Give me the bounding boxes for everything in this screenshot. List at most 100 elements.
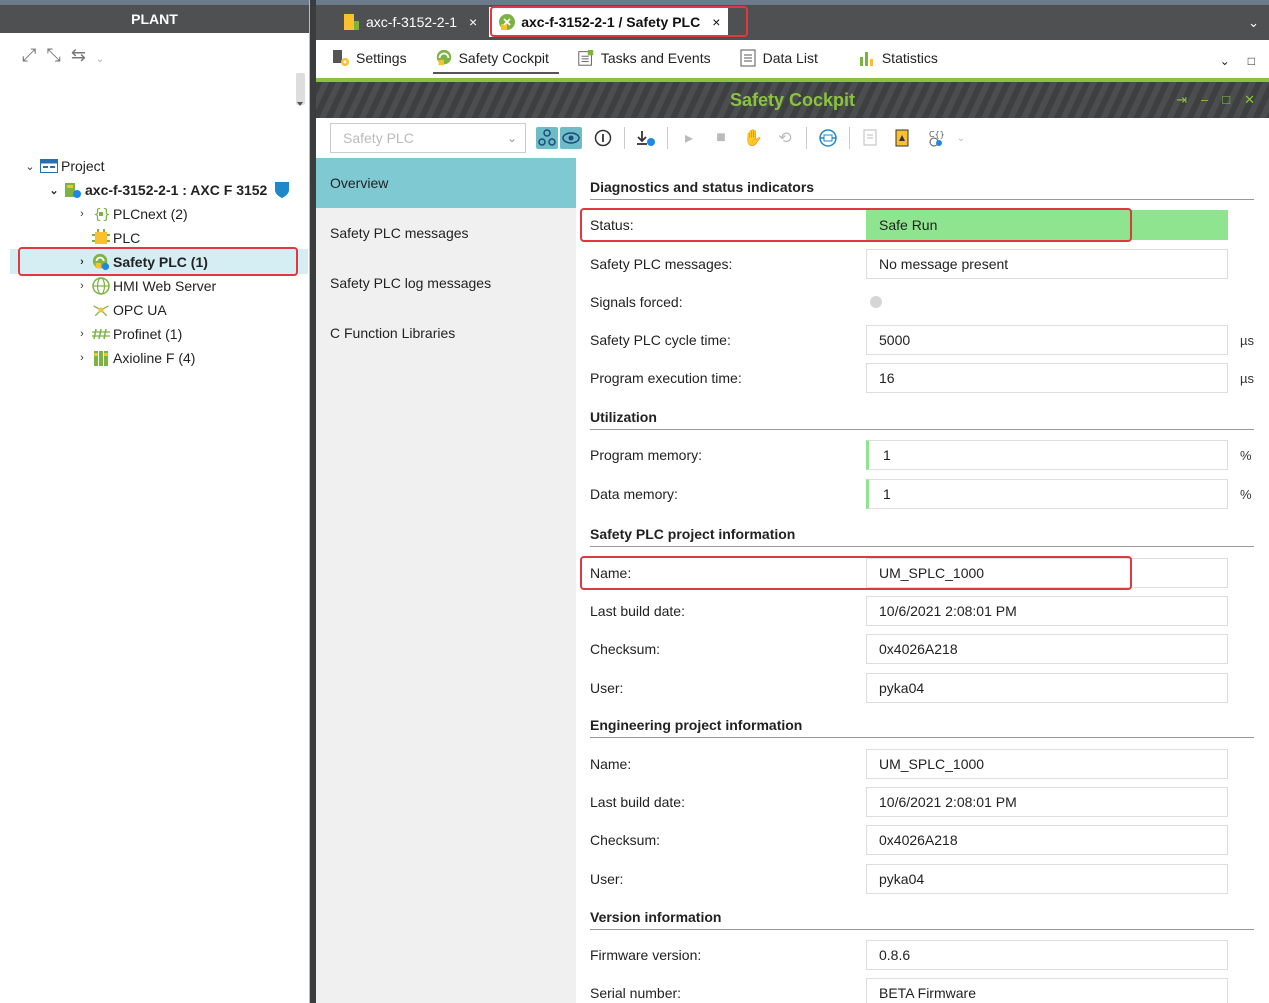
chevron-down-icon[interactable]: ⌄ <box>24 160 36 173</box>
c-library-icon[interactable]: C{} <box>924 127 946 149</box>
plant-scrollbar[interactable] <box>296 73 305 106</box>
document-icon[interactable] <box>892 127 914 149</box>
tree-item-label: Project <box>61 158 105 174</box>
plant-panel: PLANT ⤢ ⤡ ⇆ ⌄ ⌄ Project ⌄ axc-f-3152-2-1… <box>0 0 310 1003</box>
safety-cockpit-icon <box>435 49 453 67</box>
tree-item-project[interactable]: ⌄ Project <box>24 155 105 177</box>
stop-icon[interactable]: ■ <box>710 127 732 149</box>
field-value: BETA Firmware <box>866 978 1228 1003</box>
info-icon[interactable] <box>592 127 614 149</box>
toolbar-overflow-icon[interactable]: ⌄ <box>956 127 966 149</box>
chevron-right-icon[interactable]: › <box>76 328 88 340</box>
tab-label: Data List <box>762 50 818 66</box>
tree-item-label: Axioline F (4) <box>113 350 196 366</box>
doc-tab-label: axc-f-3152-2-1 <box>366 14 458 30</box>
section-heading-engineering-info: Engineering project information <box>590 717 1254 738</box>
chevron-right-icon[interactable]: › <box>76 280 88 292</box>
tree-item-hmi-web-server[interactable]: › HMI Web Server <box>76 275 216 297</box>
cockpit-header: Safety Cockpit ⇥ – □ ✕ <box>316 82 1269 118</box>
chevron-down-icon[interactable]: ⌄ <box>48 184 60 197</box>
section-heading-diagnostics: Diagnostics and status indicators <box>590 179 1254 200</box>
nav-item-label: C Function Libraries <box>330 325 456 341</box>
field-label: Signals forced: <box>590 294 683 310</box>
eye-icon[interactable] <box>560 127 582 149</box>
tree-item-plcnext[interactable]: › {} PLCnext (2) <box>76 203 188 225</box>
tree-item-label: OPC UA <box>113 302 167 318</box>
collapse-all-icon[interactable]: ⤡ <box>46 45 60 66</box>
field-label: Last build date: <box>590 794 685 810</box>
download-icon[interactable] <box>635 127 657 149</box>
chevron-down-icon[interactable]: ⌄ <box>1248 15 1259 31</box>
field-label: Data memory: <box>590 486 678 502</box>
tree-item-safety-plc[interactable]: › Safety PLC (1) <box>76 251 208 273</box>
field-value: 10/6/2021 2:08:01 PM <box>866 787 1228 817</box>
nav-item-label: Overview <box>330 175 389 191</box>
chevron-right-icon[interactable]: › <box>76 256 88 268</box>
tab-label: Settings <box>356 50 407 66</box>
maximize-icon[interactable]: □ <box>1222 92 1230 108</box>
tab-data-list[interactable]: Data List <box>737 44 828 74</box>
nav-item-safety-plc-log-messages[interactable]: Safety PLC log messages <box>316 258 576 308</box>
tree-item-profinet[interactable]: › Profinet (1) <box>76 323 182 345</box>
plant-title: PLANT <box>131 11 178 27</box>
nav-item-safety-plc-messages[interactable]: Safety PLC messages <box>316 208 576 258</box>
field-data-memory: Data memory: 1 % <box>590 479 1266 509</box>
run-icon[interactable]: ▸ <box>678 127 700 149</box>
tree-item-plc[interactable]: PLC <box>92 227 140 249</box>
field-label: Checksum: <box>590 832 661 848</box>
close-icon[interactable]: ✕ <box>1244 92 1255 108</box>
field-label: User: <box>590 680 624 696</box>
maximize-icon[interactable]: □ <box>1248 54 1255 68</box>
tree-item-axioline[interactable]: › Axioline F (4) <box>76 347 195 369</box>
doc-tab-controller[interactable]: axc-f-3152-2-1 × <box>334 7 485 37</box>
field-serial-number: Serial number: BETA Firmware <box>590 978 1266 1003</box>
field-value: pyka04 <box>866 673 1228 703</box>
field-label: Program memory: <box>590 447 703 463</box>
close-icon[interactable]: × <box>469 14 477 30</box>
field-value: pyka04 <box>866 864 1228 894</box>
hand-icon[interactable]: ✋ <box>742 127 764 149</box>
controller-icon <box>64 181 82 199</box>
tree-item-label: PLC <box>113 230 141 246</box>
reset-icon[interactable]: ⟲ <box>774 127 796 149</box>
tab-statistics[interactable]: Statistics <box>856 44 948 74</box>
tree-item-label: axc-f-3152-2-1 : AXC F 3152 <box>85 182 268 198</box>
nav-item-c-function-libraries[interactable]: C Function Libraries <box>316 308 576 358</box>
nav-item-overview[interactable]: Overview <box>316 158 576 208</box>
data-memory-bar: 1 <box>866 479 1228 509</box>
plc-select[interactable]: Safety PLC ⌄ <box>330 123 526 153</box>
field-value: 0x4026A218 <box>866 634 1228 664</box>
status-value: Safe Run <box>866 210 1228 240</box>
tasks-icon <box>577 49 595 67</box>
expand-all-icon[interactable]: ⤢ <box>22 45 36 66</box>
close-icon[interactable]: × <box>712 14 720 30</box>
field-engineering-checksum: Checksum: 0x4026A218 <box>590 825 1266 855</box>
tree-item-controller[interactable]: ⌄ axc-f-3152-2-1 : AXC F 3152 <box>48 179 294 201</box>
project-icon <box>40 157 58 175</box>
field-program-memory: Program memory: 1 % <box>590 440 1266 470</box>
chevron-down-icon[interactable]: ⌄ <box>1220 54 1230 68</box>
chevron-right-icon[interactable]: › <box>76 208 88 220</box>
connect-icon[interactable] <box>817 127 839 149</box>
report-icon[interactable] <box>860 127 882 149</box>
minimize-icon[interactable]: – <box>1201 92 1208 108</box>
pin-icon[interactable]: ⇥ <box>1176 92 1187 108</box>
tab-tasks-and-events[interactable]: Tasks and Events <box>575 44 721 74</box>
field-project-user: User: pyka04 <box>590 673 1266 703</box>
page-title: Safety Cockpit <box>729 89 856 110</box>
field-value: No message present <box>866 249 1228 279</box>
tab-settings[interactable]: Settings <box>330 44 417 74</box>
doc-tab-safety-plc[interactable]: axc-f-3152-2-1 / Safety PLC × <box>489 7 729 37</box>
field-label: Safety PLC messages: <box>590 256 733 272</box>
field-value: UM_SPLC_1000 <box>866 558 1228 588</box>
toolbar-overflow-icon[interactable]: ⌄ <box>96 54 104 65</box>
network-icon[interactable] <box>536 127 558 149</box>
sync-icon[interactable]: ⇆ <box>71 45 86 66</box>
chevron-right-icon[interactable]: › <box>76 352 88 364</box>
program-memory-bar: 1 <box>866 440 1228 470</box>
tab-safety-cockpit[interactable]: Safety Cockpit <box>432 44 559 74</box>
section-heading-project-info: Safety PLC project information <box>590 526 1254 547</box>
tree-item-label: Safety PLC (1) <box>113 254 208 270</box>
tree-item-opc-ua[interactable]: OPC UA <box>92 299 167 321</box>
list-icon <box>739 49 757 67</box>
